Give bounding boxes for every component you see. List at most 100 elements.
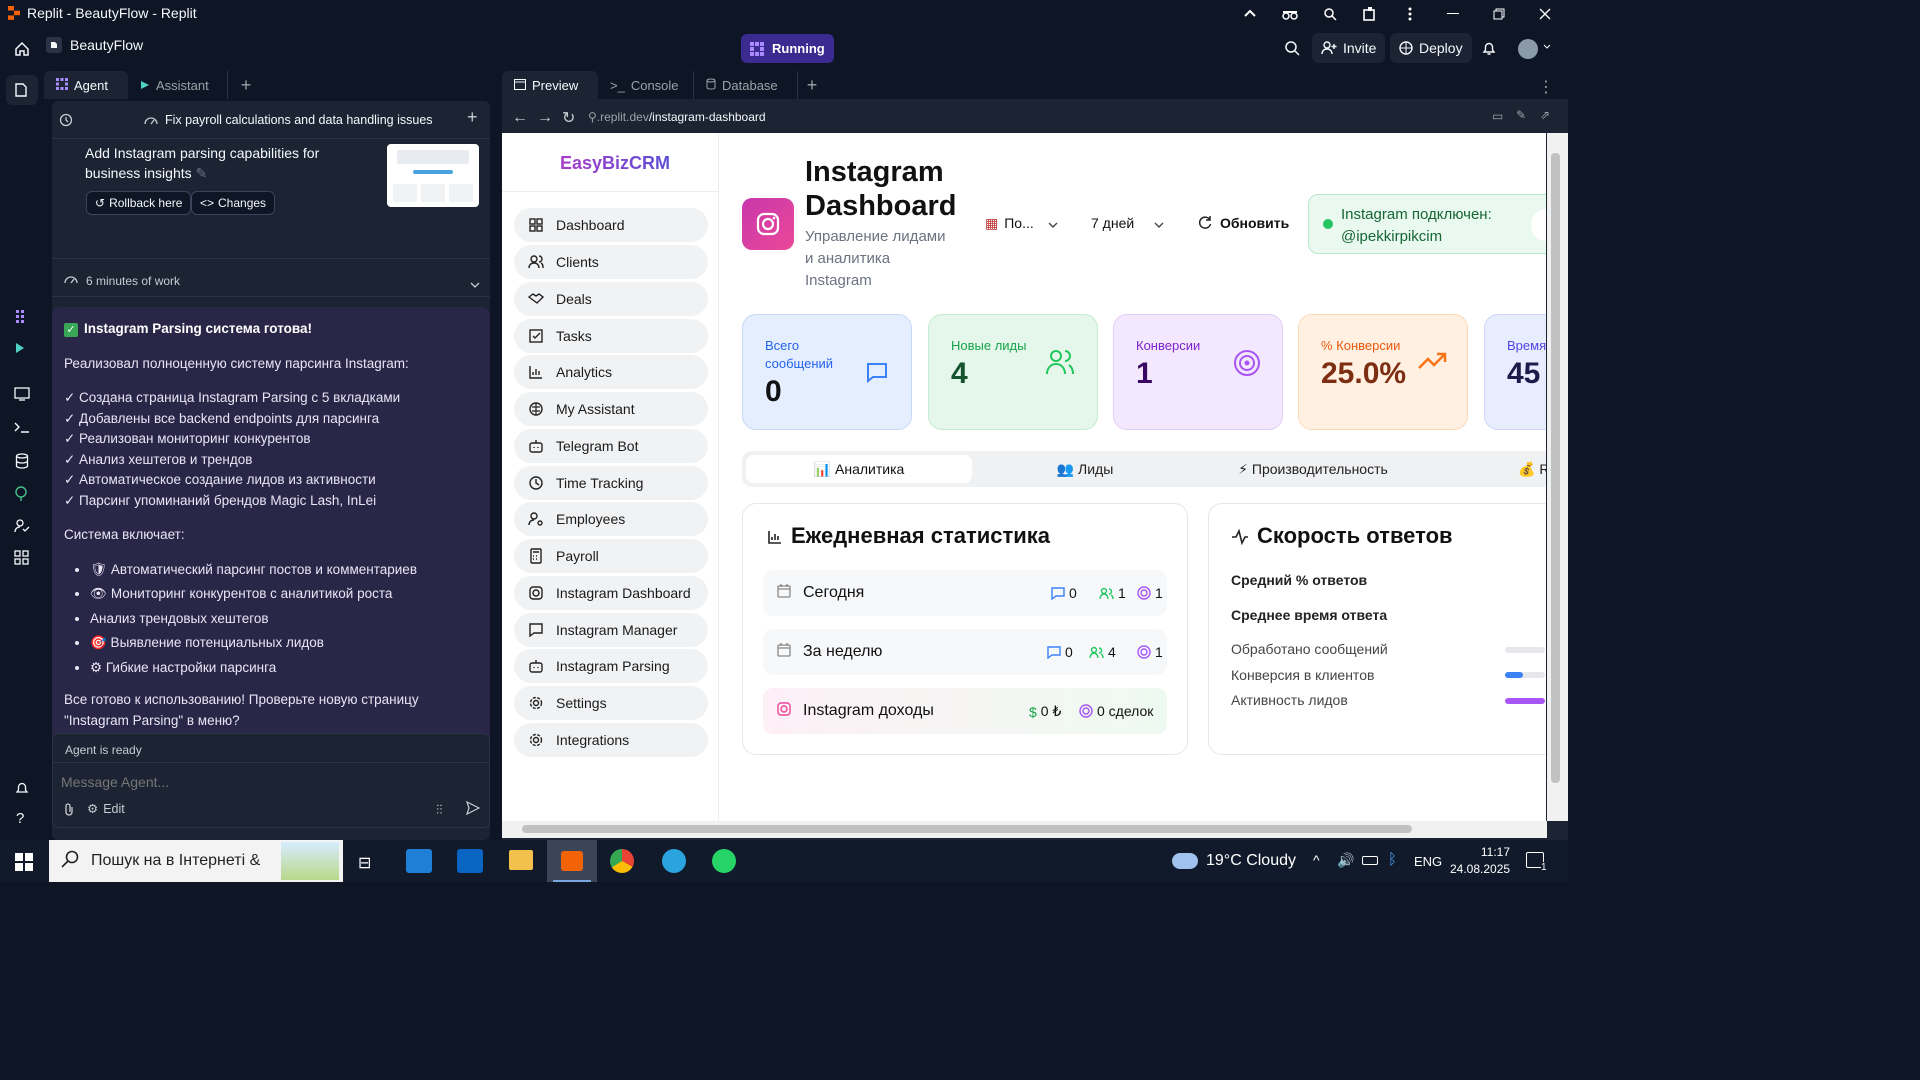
nav-dashboard[interactable]: Dashboard	[514, 208, 708, 242]
settings-sliders-icon[interactable]: ⫶⫶	[436, 802, 443, 818]
zoom-icon[interactable]	[1310, 0, 1350, 27]
volume-icon[interactable]: 🔊	[1337, 852, 1354, 869]
edit-pencil-icon[interactable]: ✎	[196, 165, 208, 181]
tab-leads[interactable]: 👥 Лиды	[972, 455, 1198, 483]
nav-integrations[interactable]: Integrations	[514, 723, 708, 757]
run-button[interactable]: Running	[741, 34, 834, 63]
brand-logo[interactable]: EasyBizCRM	[560, 153, 670, 174]
file-explorer-icon[interactable]	[509, 850, 533, 870]
avatar[interactable]	[1518, 39, 1538, 59]
bell-icon[interactable]	[1481, 40, 1497, 56]
nav-time-tracking[interactable]: Time Tracking	[514, 466, 708, 500]
deploy-button[interactable]: Deploy	[1390, 33, 1472, 63]
nav-instagram-dashboard[interactable]: Instagram Dashboard	[514, 576, 708, 610]
extensions-icon[interactable]	[1350, 0, 1390, 27]
nav-telegram-bot[interactable]: Telegram Bot	[514, 429, 708, 463]
chrome-icon[interactable]	[610, 849, 634, 873]
screenshot-thumbnail[interactable]	[387, 144, 479, 207]
nav-settings[interactable]: Settings	[514, 686, 708, 720]
tab-performance[interactable]: ⚡ Производительность	[1200, 455, 1426, 483]
work-summary[interactable]: 6 minutes of work	[52, 265, 490, 297]
more-vertical-icon[interactable]: ⋮	[1538, 77, 1554, 97]
refresh-icon[interactable]: ↻	[562, 108, 575, 128]
agent-rail-icon[interactable]	[12, 308, 30, 324]
vertical-scrollbar[interactable]	[1547, 133, 1568, 821]
more-vertical-icon[interactable]	[1390, 0, 1430, 27]
media-player-icon[interactable]	[406, 849, 432, 873]
weather-text[interactable]: 19°C Cloudy	[1206, 852, 1296, 870]
telegram-icon[interactable]	[662, 849, 686, 873]
nav-analytics[interactable]: Analytics	[514, 355, 708, 389]
new-chat-button[interactable]: +	[467, 107, 478, 128]
forward-icon[interactable]: →	[537, 109, 553, 127]
project-switcher[interactable]: BeautyFlow	[46, 37, 143, 53]
files-icon[interactable]	[6, 75, 38, 105]
close-button[interactable]	[1522, 0, 1568, 27]
tab-preview[interactable]: Preview	[502, 71, 598, 99]
home-icon[interactable]	[12, 39, 32, 59]
incognito-icon[interactable]	[1270, 0, 1310, 27]
webview-icon[interactable]	[14, 387, 30, 401]
back-icon[interactable]: ←	[512, 109, 528, 127]
nav-my-assistant[interactable]: My Assistant	[514, 392, 708, 426]
nav-clients[interactable]: Clients	[514, 245, 708, 279]
new-tab-button[interactable]: +	[228, 71, 264, 99]
nav-payroll[interactable]: Payroll	[514, 539, 708, 573]
outlook-icon[interactable]	[457, 849, 483, 873]
nav-instagram-parsing[interactable]: Instagram Parsing	[514, 649, 708, 683]
clock[interactable]: 11:17 24.08.2025	[1450, 844, 1510, 878]
days-select[interactable]: 7 дней	[1077, 203, 1175, 243]
nav-tasks[interactable]: Tasks	[514, 319, 708, 353]
packages-icon[interactable]	[14, 486, 28, 502]
console-icon[interactable]	[14, 421, 30, 433]
nav-instagram-manager[interactable]: Instagram Manager	[514, 613, 708, 647]
database-tab-icon	[706, 78, 716, 93]
devtools-icon[interactable]: ✎	[1516, 108, 1526, 122]
send-icon[interactable]	[465, 800, 481, 820]
chevron-down-icon[interactable]	[470, 275, 480, 293]
tab-database[interactable]: Database	[694, 71, 798, 99]
changes-button[interactable]: <> Changes	[191, 191, 276, 215]
task-view-icon[interactable]: ⊟	[358, 853, 371, 873]
message-input[interactable]	[61, 768, 481, 796]
language-indicator[interactable]: ENG	[1414, 854, 1442, 869]
attach-icon[interactable]	[63, 802, 75, 821]
rollback-button[interactable]: ↺ Rollback here	[86, 191, 192, 215]
chevron-down-icon[interactable]	[1543, 44, 1551, 50]
tab-console[interactable]: >_ Console	[598, 71, 694, 99]
minimize-button[interactable]	[1430, 0, 1476, 27]
open-new-window-icon[interactable]: ⇗	[1540, 108, 1550, 122]
tab-revenue[interactable]: 💰 R	[1518, 461, 1546, 478]
database-icon[interactable]	[15, 453, 29, 469]
taskbar-search[interactable]: Пошук на в Інтернеті &	[49, 840, 343, 882]
assistant-rail-icon[interactable]	[14, 341, 28, 355]
help-icon[interactable]: ?	[16, 810, 24, 827]
taskbar-replit[interactable]	[547, 840, 597, 882]
restore-button[interactable]	[1476, 0, 1522, 27]
chevron-up-icon[interactable]	[1230, 0, 1270, 27]
devices-icon[interactable]: ▭	[1492, 109, 1503, 123]
tab-agent[interactable]: Agent	[44, 71, 128, 99]
user-settings-icon[interactable]	[14, 519, 30, 533]
search-icon[interactable]	[1284, 40, 1300, 56]
nav-deals[interactable]: Deals	[514, 282, 708, 316]
tray-chevron-icon[interactable]: ^	[1313, 852, 1320, 868]
tab-assistant[interactable]: Assistant	[128, 71, 228, 99]
url-bar[interactable]: ⚲ .replit.dev/instagram-dashboard	[582, 105, 1484, 129]
tab-analytics[interactable]: 📊 Аналитика	[746, 455, 972, 483]
new-tab-button[interactable]: +	[798, 75, 826, 96]
battery-icon[interactable]	[1362, 856, 1378, 865]
alerts-icon[interactable]	[14, 780, 30, 796]
horizontal-scrollbar[interactable]	[502, 821, 1547, 838]
invite-button[interactable]: Invite	[1312, 33, 1386, 63]
all-tools-icon[interactable]	[14, 550, 30, 566]
refresh-button[interactable]: Обновить	[1184, 203, 1298, 243]
windows-start-icon[interactable]	[15, 853, 33, 876]
stat-card-conversions: Конверсии 1	[1113, 314, 1283, 430]
nav-employees[interactable]: Employees	[514, 502, 708, 536]
whatsapp-icon[interactable]	[712, 849, 736, 873]
history-icon[interactable]	[59, 113, 73, 127]
period-select[interactable]: ▦ По...	[957, 203, 1070, 243]
bluetooth-icon[interactable]: ᛒ	[1388, 851, 1397, 868]
edit-button[interactable]: ⚙ Edit	[87, 801, 125, 817]
